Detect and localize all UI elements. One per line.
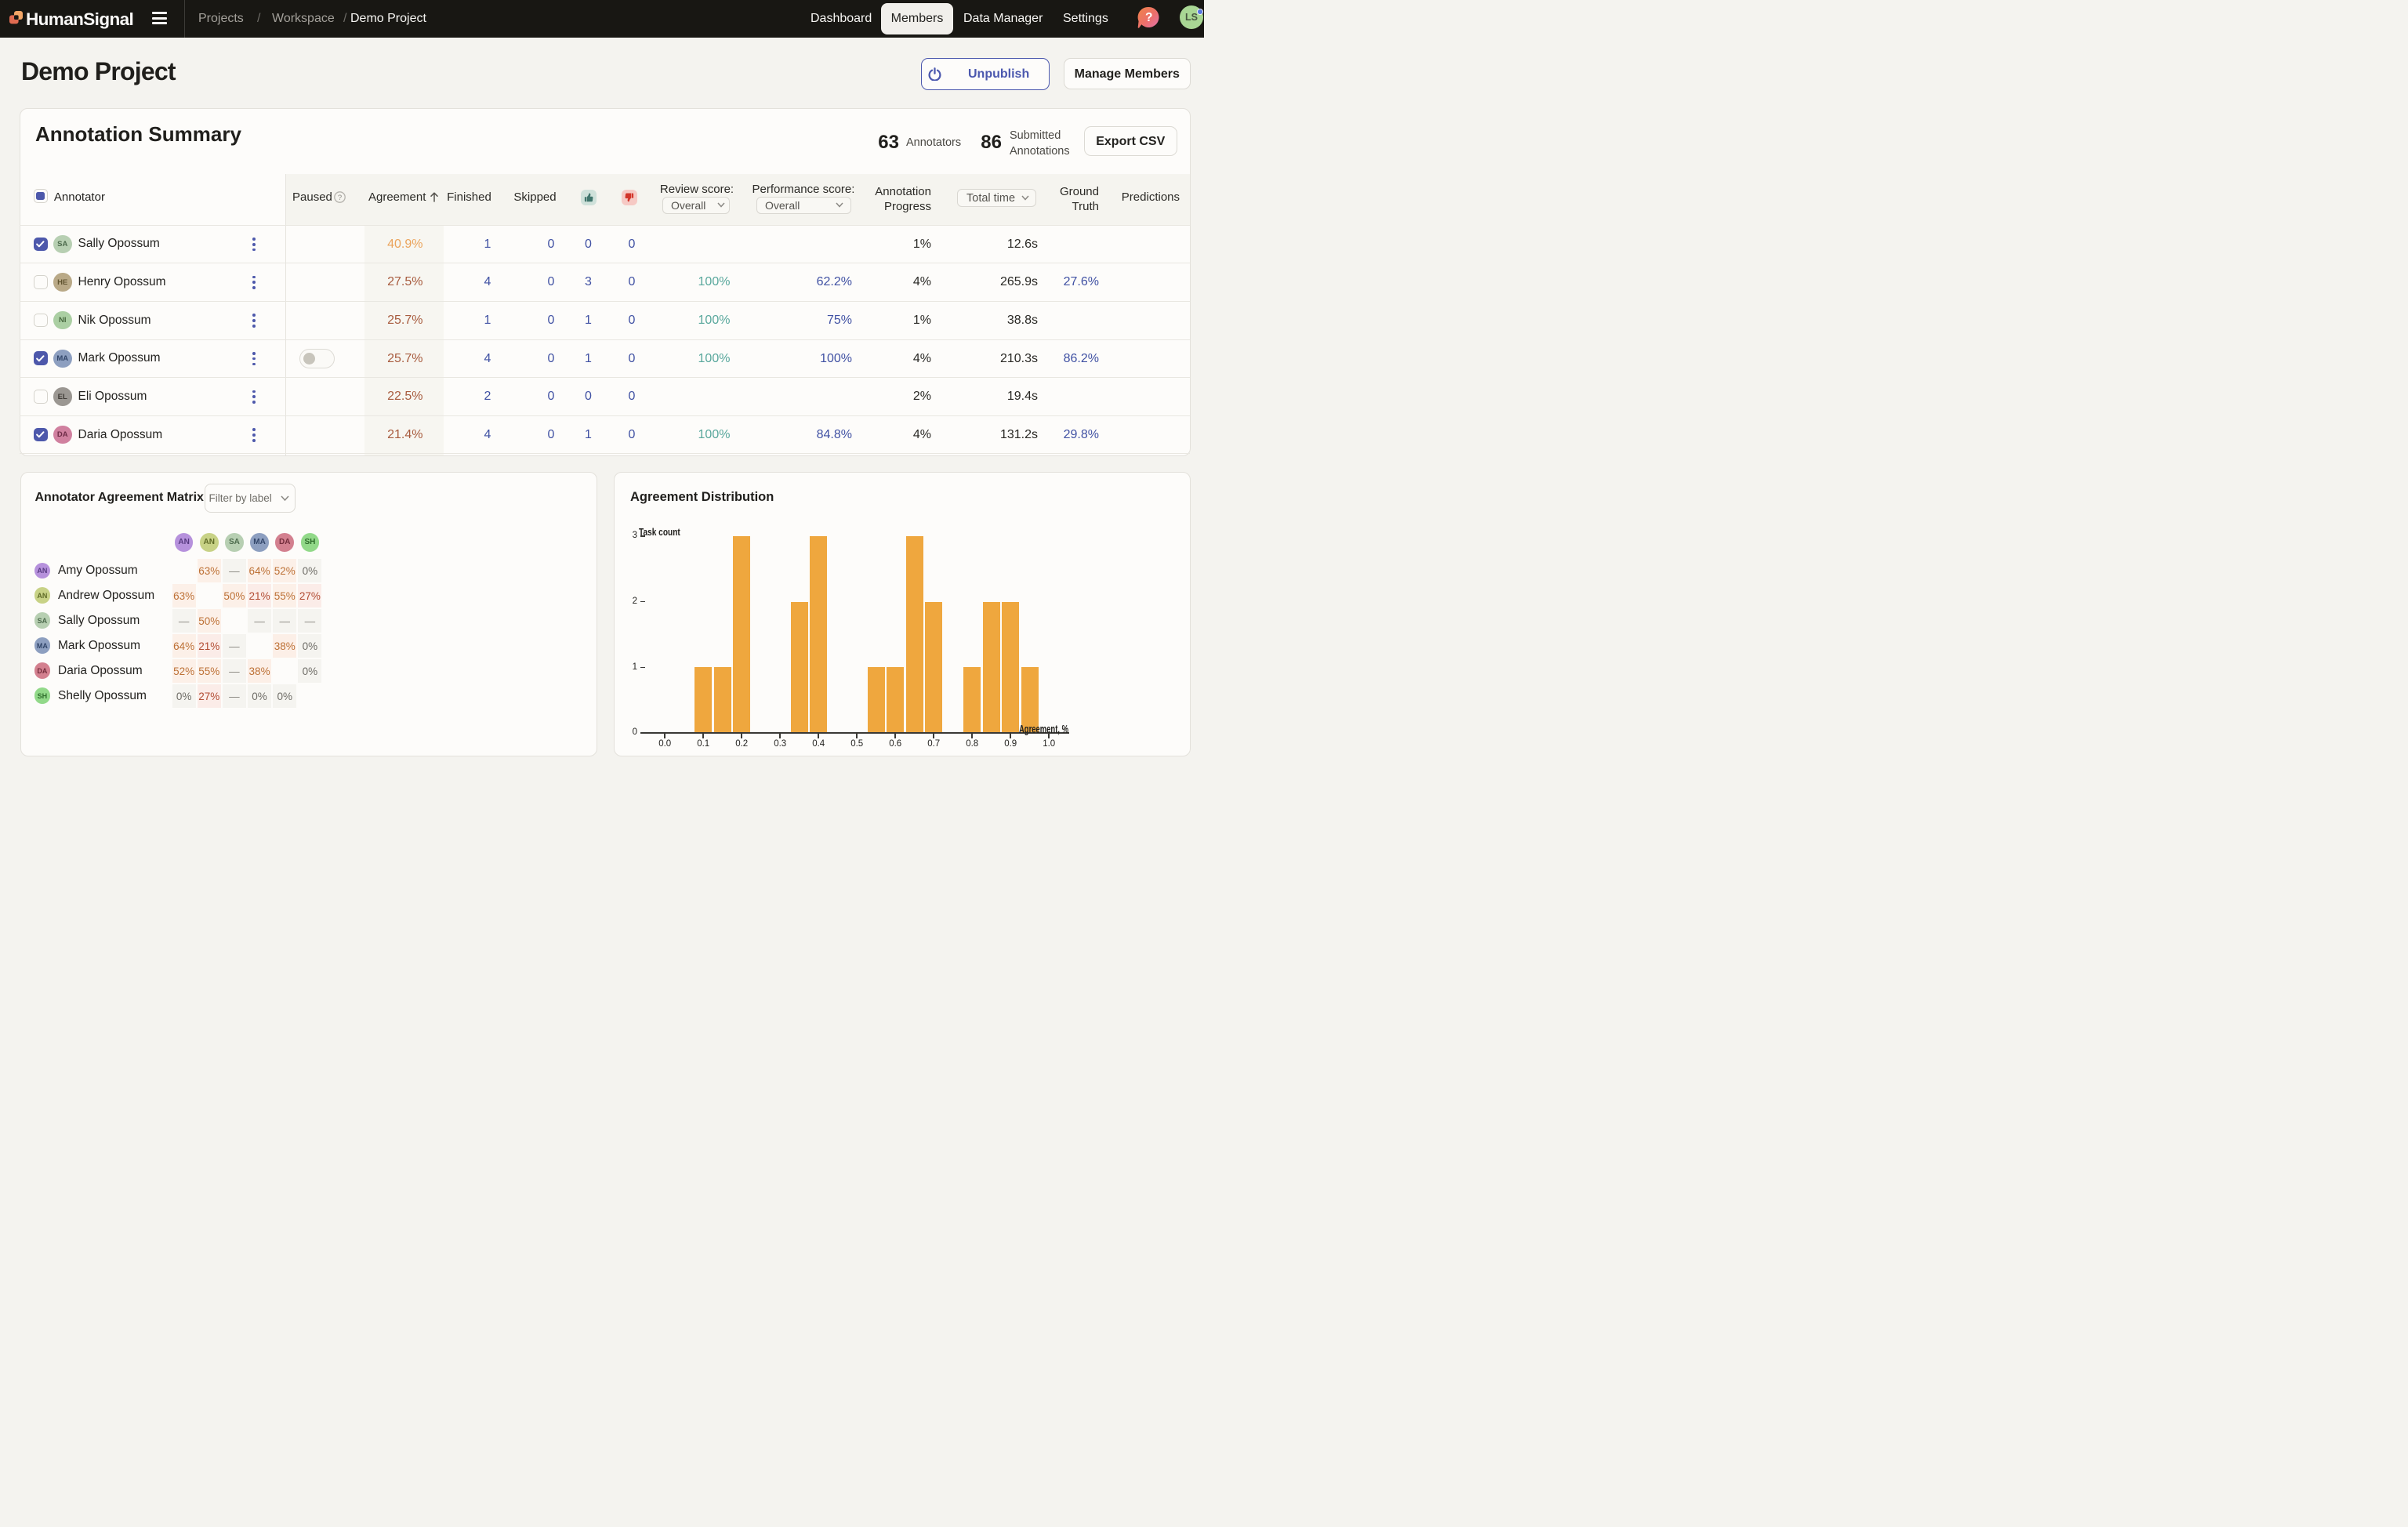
svg-text:?: ? bbox=[1145, 11, 1152, 24]
svg-text:?: ? bbox=[338, 194, 342, 202]
